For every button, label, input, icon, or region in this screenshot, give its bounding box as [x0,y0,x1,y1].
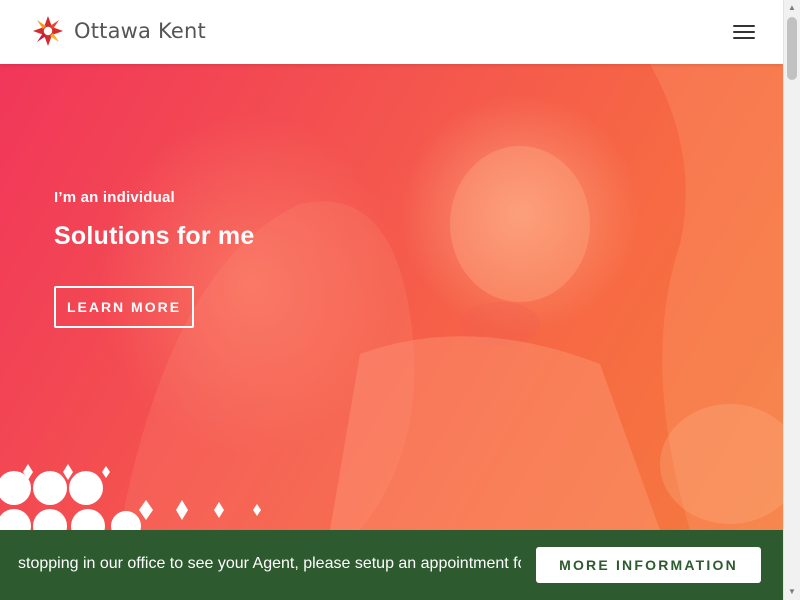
hero-banner: I’m an individual Solutions for me LEARN… [0,64,783,530]
more-information-button[interactable]: MORE INFORMATION [536,547,761,583]
page-viewport: Ottawa Kent I’m an individual Solutions … [0,0,783,600]
hero-eyebrow: I’m an individual [54,189,175,206]
hamburger-menu-icon[interactable] [728,20,760,44]
notice-ticker: stopping in our office to see your Agent… [18,530,521,600]
vertical-scrollbar[interactable]: ▲ ▼ [783,0,800,600]
scroll-up-arrow-icon[interactable]: ▲ [784,0,800,16]
starburst-logo-icon[interactable] [31,14,65,48]
scroll-down-arrow-icon[interactable]: ▼ [784,584,800,600]
site-header: Ottawa Kent [0,0,783,64]
hero-title: Solutions for me [54,222,255,250]
learn-more-button[interactable]: LEARN MORE [54,286,194,328]
brand-name[interactable]: Ottawa Kent [74,18,206,44]
decorative-dots [0,464,261,530]
scrollbar-thumb[interactable] [787,17,797,80]
appointment-notice-bar: stopping in our office to see your Agent… [0,530,783,600]
notice-text: stopping in our office to see your Agent… [18,555,521,572]
